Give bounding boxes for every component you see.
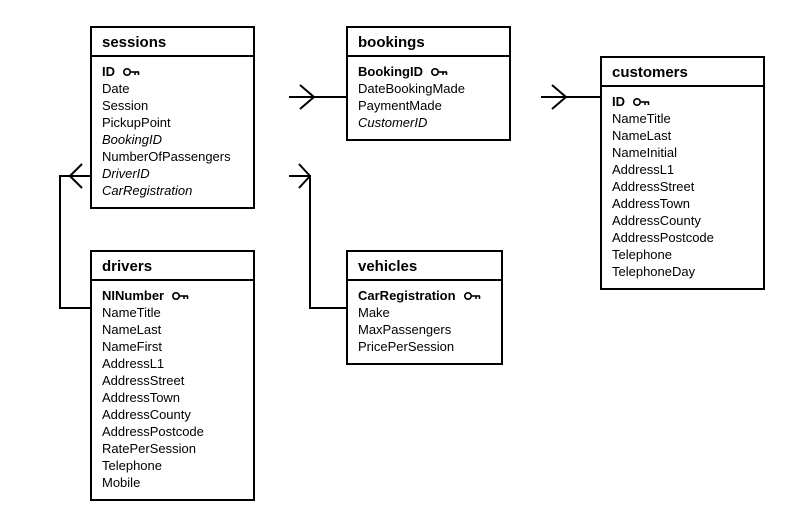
field-datebookingmade: DateBookingMade — [358, 80, 499, 97]
field-namefirst: NameFirst — [102, 338, 243, 355]
field-bookingid: BookingID — [358, 63, 499, 80]
relationship-sessions-vehicles — [289, 164, 346, 308]
field-pickuppoint: PickupPoint — [102, 114, 243, 131]
field-numberofpassengers: NumberOfPassengers — [102, 148, 243, 165]
entity-bookings: bookings BookingID DateBookingMade Payme… — [346, 26, 511, 141]
key-icon — [431, 67, 449, 77]
field-namelast: NameLast — [612, 127, 753, 144]
field-addresscounty: AddressCounty — [612, 212, 753, 229]
field-addressl1: AddressL1 — [102, 355, 243, 372]
entity-title: sessions — [92, 28, 253, 57]
relationship-sessions-drivers — [60, 164, 90, 308]
entity-drivers: drivers NINumber NameTitle NameLast Name… — [90, 250, 255, 501]
entity-body: CarRegistration Make MaxPassengers Price… — [348, 281, 501, 363]
field-carregistration: CarRegistration — [358, 287, 491, 304]
field-id: ID — [102, 63, 243, 80]
entity-title: drivers — [92, 252, 253, 281]
entity-title: bookings — [348, 28, 509, 57]
key-icon — [172, 291, 190, 301]
field-date: Date — [102, 80, 243, 97]
field-bookingid: BookingID — [102, 131, 243, 148]
field-nametitle: NameTitle — [102, 304, 243, 321]
field-telephone: Telephone — [612, 246, 753, 263]
entity-body: ID Date Session PickupPoint BookingID Nu… — [92, 57, 253, 207]
field-addressl1: AddressL1 — [612, 161, 753, 178]
field-maxpassengers: MaxPassengers — [358, 321, 491, 338]
field-mobile: Mobile — [102, 474, 243, 491]
field-paymentmade: PaymentMade — [358, 97, 499, 114]
field-ninumber: NINumber — [102, 287, 243, 304]
field-telephone: Telephone — [102, 457, 243, 474]
field-customerid: CustomerID — [358, 114, 499, 131]
field-addresscounty: AddressCounty — [102, 406, 243, 423]
field-session: Session — [102, 97, 243, 114]
entity-vehicles: vehicles CarRegistration Make MaxPasseng… — [346, 250, 503, 365]
entity-body: BookingID DateBookingMade PaymentMade Cu… — [348, 57, 509, 139]
key-icon — [464, 291, 482, 301]
field-nametitle: NameTitle — [612, 110, 753, 127]
field-nameinitial: NameInitial — [612, 144, 753, 161]
entity-body: ID NameTitle NameLast NameInitial Addres… — [602, 87, 763, 288]
field-addresspostcode: AddressPostcode — [612, 229, 753, 246]
field-carregistration: CarRegistration — [102, 182, 243, 199]
field-pricepersession: PricePerSession — [358, 338, 491, 355]
field-id: ID — [612, 93, 753, 110]
entity-body: NINumber NameTitle NameLast NameFirst Ad… — [92, 281, 253, 499]
field-addresstown: AddressTown — [102, 389, 243, 406]
relationship-sessions-bookings — [289, 85, 346, 109]
entity-sessions: sessions ID Date Session PickupPoint Boo… — [90, 26, 255, 209]
entity-title: vehicles — [348, 252, 501, 281]
key-icon — [123, 67, 141, 77]
field-make: Make — [358, 304, 491, 321]
relationship-bookings-customers — [541, 85, 600, 109]
entity-title: customers — [602, 58, 763, 87]
field-addressstreet: AddressStreet — [102, 372, 243, 389]
entity-customers: customers ID NameTitle NameLast NameInit… — [600, 56, 765, 290]
field-namelast: NameLast — [102, 321, 243, 338]
key-icon — [633, 97, 651, 107]
field-telephoneday: TelephoneDay — [612, 263, 753, 280]
field-addressstreet: AddressStreet — [612, 178, 753, 195]
field-addresstown: AddressTown — [612, 195, 753, 212]
field-addresspostcode: AddressPostcode — [102, 423, 243, 440]
field-ratepersession: RatePerSession — [102, 440, 243, 457]
field-driverid: DriverID — [102, 165, 243, 182]
